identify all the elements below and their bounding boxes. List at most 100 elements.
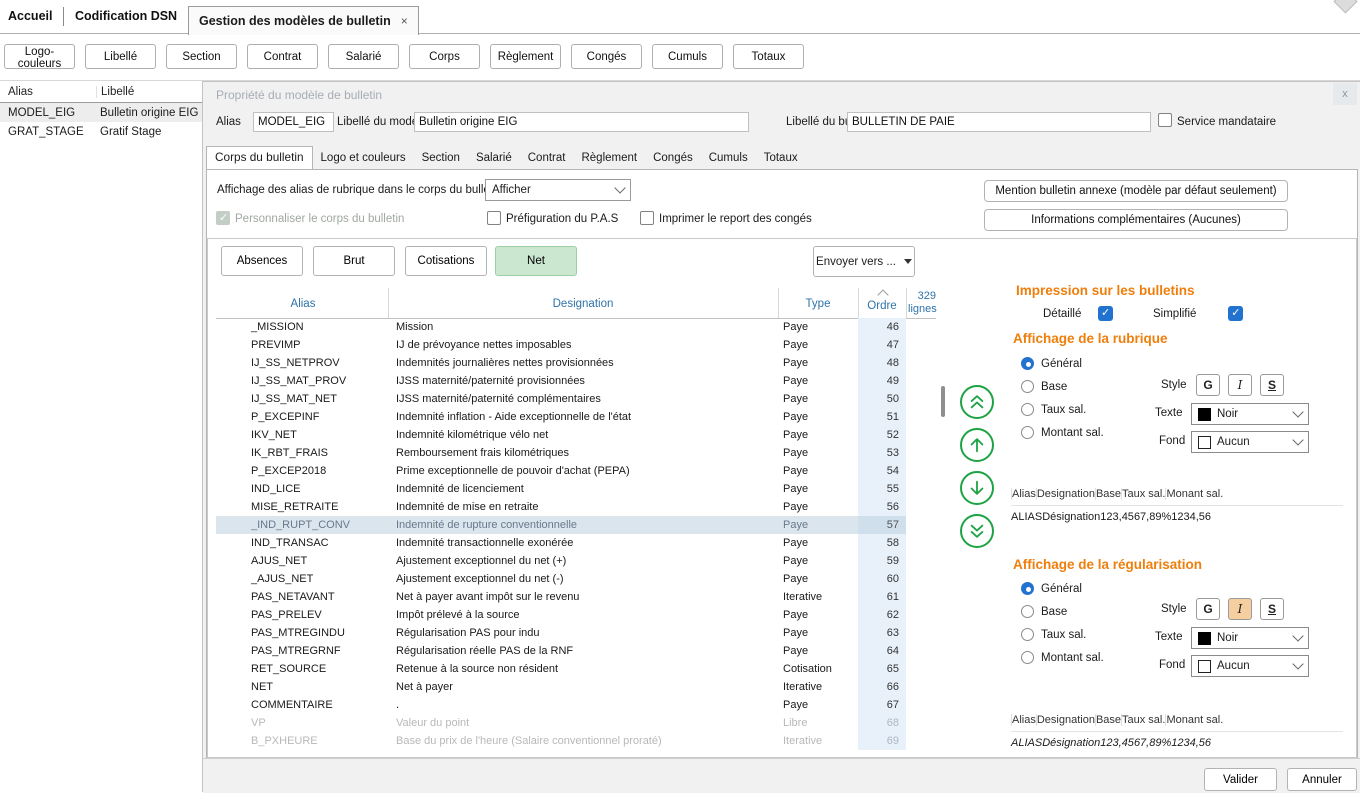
panel-close-button[interactable]: x — [1333, 83, 1357, 105]
col-header-type[interactable]: Type — [778, 298, 858, 310]
model-list-row[interactable]: GRAT_STAGE Gratif Stage — [0, 122, 202, 141]
col-header-ordre[interactable]: Ordre — [858, 300, 906, 312]
tab-close-icon[interactable]: × — [401, 14, 408, 28]
table-row[interactable]: PAS_MTREGRNF Régularisation réelle PAS d… — [216, 642, 906, 660]
imprimer-report-checkbox[interactable] — [640, 211, 654, 225]
category-button[interactable]: Cotisations — [405, 246, 487, 276]
table-row[interactable]: P_EXCEP2018 Prime exceptionnelle de pouv… — [216, 462, 906, 480]
toolbar-button[interactable]: Logo-couleurs — [4, 44, 75, 69]
category-button[interactable]: Absences — [221, 246, 303, 276]
table-row[interactable]: NET Net à payer Iterative 66 — [216, 678, 906, 696]
detaille-checkbox[interactable] — [1098, 306, 1113, 321]
style-button[interactable]: I — [1228, 598, 1252, 620]
model-list-row[interactable]: MODEL_EIG Bulletin origine EIG — [0, 103, 202, 122]
table-row[interactable]: PAS_PRELEV Impôt prélevé à la source Pay… — [216, 606, 906, 624]
toolbar-button[interactable]: Contrat — [247, 44, 318, 69]
libelle-modele-input[interactable] — [414, 112, 749, 132]
corner-pin-icon[interactable] — [1333, 0, 1357, 14]
radio-option[interactable]: Taux sal. — [1021, 623, 1104, 646]
table-row[interactable]: _MISSION Mission Paye 46 — [216, 318, 906, 336]
regularisation-texte-select[interactable]: Noir — [1191, 627, 1309, 649]
table-row[interactable]: PAS_MTREGINDU Régularisation PAS pour in… — [216, 624, 906, 642]
toolbar-button[interactable]: Libellé — [85, 44, 156, 69]
toolbar-button[interactable]: Totaux — [733, 44, 804, 69]
tab-gestion-modeles-bulletin[interactable]: Gestion des modèles de bulletin × — [188, 6, 419, 35]
rubrique-fond-select[interactable]: Aucun — [1191, 431, 1309, 453]
properties-tab[interactable]: Salarié — [468, 148, 520, 169]
table-row[interactable]: _IND_RUPT_CONV Indemnité de rupture conv… — [216, 516, 906, 534]
style-button[interactable]: I — [1228, 374, 1252, 396]
toolbar-button[interactable]: Cumuls — [652, 44, 723, 69]
prefiguration-pas-checkbox[interactable] — [487, 211, 501, 225]
style-button[interactable]: S — [1260, 374, 1284, 396]
move-top-button[interactable] — [960, 385, 994, 419]
properties-tab[interactable]: Corps du bulletin — [206, 146, 313, 169]
rubrique-texte-select[interactable]: Noir — [1191, 403, 1309, 425]
col-header-alias[interactable]: Alias — [218, 298, 388, 310]
tab-codification-dsn[interactable]: Codification DSN — [75, 0, 177, 33]
toolbar-button[interactable]: Salarié — [328, 44, 399, 69]
radio-option[interactable]: Général — [1021, 577, 1104, 600]
vertical-scrollbar-thumb[interactable] — [941, 386, 945, 417]
move-down-button[interactable] — [960, 471, 994, 505]
toolbar-button[interactable]: Congés — [571, 44, 642, 69]
table-row[interactable]: RET_SOURCE Retenue à la source non résid… — [216, 660, 906, 678]
style-button[interactable]: G — [1196, 598, 1220, 620]
table-row[interactable]: AJUS_NET Ajustement exceptionnel du net … — [216, 552, 906, 570]
tab-accueil[interactable]: Accueil — [8, 0, 52, 33]
category-button[interactable]: Brut — [313, 246, 395, 276]
cell-alias: COMMENTAIRE — [251, 699, 396, 711]
alias-display-select[interactable]: Afficher — [485, 179, 631, 201]
properties-tab[interactable]: Cumuls — [701, 148, 756, 169]
radio-option[interactable]: Montant sal. — [1021, 421, 1104, 444]
toolbar-button[interactable]: Corps — [409, 44, 480, 69]
col-header-designation[interactable]: Designation — [388, 298, 778, 310]
move-bottom-button[interactable] — [960, 514, 994, 548]
regularisation-fond-select[interactable]: Aucun — [1191, 655, 1309, 677]
simplifie-checkbox[interactable] — [1228, 306, 1243, 321]
table-row[interactable]: MISE_RETRAITE Indemnité de mise en retra… — [216, 498, 906, 516]
radio-label: Base — [1041, 381, 1067, 393]
libelle-bulletin-input[interactable] — [847, 112, 1151, 132]
radio-option[interactable]: Base — [1021, 375, 1104, 398]
radio-option[interactable]: Taux sal. — [1021, 398, 1104, 421]
table-row[interactable]: VP Valeur du point Libre 68 — [216, 714, 906, 732]
informations-complementaires-button[interactable]: Informations complémentaires (Aucunes) — [984, 209, 1288, 231]
annuler-button[interactable]: Annuler — [1287, 768, 1357, 791]
radio-option[interactable]: Base — [1021, 600, 1104, 623]
valider-button[interactable]: Valider — [1204, 768, 1277, 791]
table-row[interactable]: IK_RBT_FRAIS Remboursement frais kilomét… — [216, 444, 906, 462]
properties-tab[interactable]: Totaux — [756, 148, 806, 169]
properties-tab[interactable]: Logo et couleurs — [313, 148, 414, 169]
table-row[interactable]: PAS_NETAVANT Net à payer avant impôt sur… — [216, 588, 906, 606]
rubrique-fond-value: Aucun — [1217, 436, 1250, 448]
toolbar-button[interactable]: Règlement — [490, 44, 561, 69]
envoyer-vers-button[interactable]: Envoyer vers ... — [813, 246, 915, 277]
mention-bulletin-annexe-button[interactable]: Mention bulletin annexe (modèle par défa… — [984, 180, 1288, 202]
service-mandataire-checkbox[interactable] — [1158, 113, 1172, 127]
category-button[interactable]: Net — [495, 246, 577, 276]
table-row[interactable]: IND_LICE Indemnité de licenciement Paye … — [216, 480, 906, 498]
table-row[interactable]: COMMENTAIRE . Paye 67 — [216, 696, 906, 714]
style-button[interactable]: G — [1196, 374, 1220, 396]
table-row[interactable]: IJ_SS_NETPROV Indemnités journalières ne… — [216, 354, 906, 372]
properties-tab[interactable]: Section — [414, 148, 468, 169]
table-row[interactable]: IKV_NET Indemnité kilométrique vélo net … — [216, 426, 906, 444]
table-row[interactable]: B_PXHEURE Base du prix de l'heure (Salai… — [216, 732, 906, 750]
properties-tab[interactable]: Contrat — [520, 148, 574, 169]
move-up-button[interactable] — [960, 428, 994, 462]
table-row[interactable]: IJ_SS_MAT_PROV IJSS maternité/paternité … — [216, 372, 906, 390]
table-row[interactable]: PREVIMP IJ de prévoyance nettes imposabl… — [216, 336, 906, 354]
personnaliser-checkbox[interactable] — [216, 211, 230, 225]
radio-option[interactable]: Général — [1021, 352, 1104, 375]
alias-input[interactable] — [253, 112, 334, 132]
properties-tab[interactable]: Règlement — [573, 148, 645, 169]
table-row[interactable]: P_EXCEPINF Indemnité inflation - Aide ex… — [216, 408, 906, 426]
table-row[interactable]: IND_TRANSAC Indemnité transactionnelle e… — [216, 534, 906, 552]
toolbar-button[interactable]: Section — [166, 44, 237, 69]
radio-option[interactable]: Montant sal. — [1021, 646, 1104, 669]
table-row[interactable]: _AJUS_NET Ajustement exceptionnel du net… — [216, 570, 906, 588]
table-row[interactable]: IJ_SS_MAT_NET IJSS maternité/paternité c… — [216, 390, 906, 408]
style-button[interactable]: S — [1260, 598, 1284, 620]
properties-tab[interactable]: Congés — [645, 148, 701, 169]
